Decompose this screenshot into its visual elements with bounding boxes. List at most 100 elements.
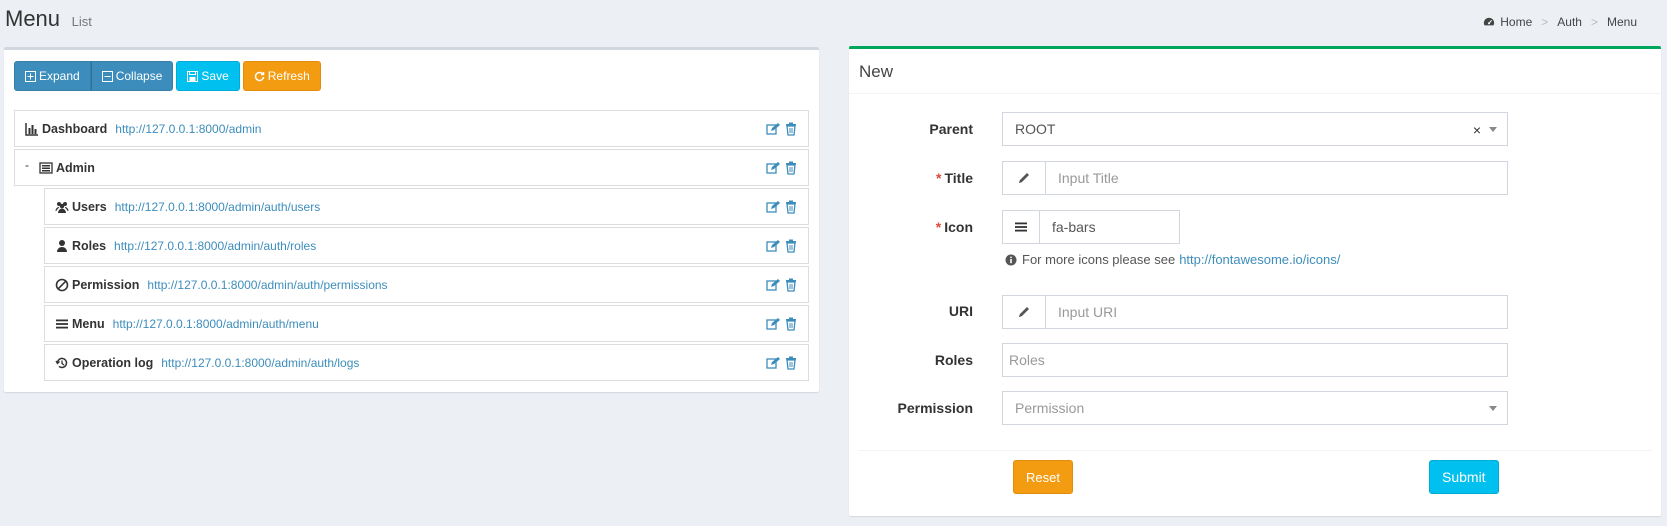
box-header-divider [849, 93, 1661, 94]
page-header: Menu List [5, 6, 92, 36]
chevron-down-icon[interactable] [1489, 127, 1497, 132]
parent-select-value: ROOT [1015, 121, 1056, 137]
trash-icon[interactable] [784, 278, 798, 292]
collapse-toggle[interactable]: - [25, 158, 29, 172]
tree-item-title: Menu [72, 316, 105, 331]
trash-icon[interactable] [784, 356, 798, 370]
uri-input-placeholder: Input URI [1058, 304, 1118, 320]
ban-icon [55, 278, 69, 291]
breadcrumb: Home > Auth > Menu [1483, 15, 1637, 29]
minus-square-icon [101, 70, 113, 82]
help-text: For more icons please see [1022, 252, 1176, 267]
trash-icon[interactable] [784, 161, 798, 175]
parent-select[interactable]: ROOT × [1002, 112, 1508, 146]
tree-item-users[interactable]: Users http://127.0.0.1:8000/admin/auth/u… [44, 188, 809, 225]
tree-item-permission[interactable]: Permission http://127.0.0.1:8000/admin/a… [44, 266, 809, 303]
permission-label: Permission [853, 400, 973, 416]
permission-select[interactable]: Permission [1002, 391, 1508, 425]
breadcrumb-home[interactable]: Home [1500, 15, 1532, 29]
pencil-icon [1002, 161, 1046, 195]
tree-item-dashboard[interactable]: Dashboard http://127.0.0.1:8000/admin [14, 110, 809, 147]
edit-icon[interactable] [766, 317, 780, 331]
tree-item-uri[interactable]: http://127.0.0.1:8000/admin/auth/logs [161, 356, 359, 370]
required-mark: * [935, 219, 942, 235]
tree-item-actions [762, 200, 798, 214]
tree-item-uri[interactable]: http://127.0.0.1:8000/admin/auth/roles [114, 239, 316, 253]
icon-label-text: Icon [944, 219, 973, 235]
title-label-text: Title [944, 170, 973, 186]
collapse-button[interactable]: Collapse [90, 61, 174, 91]
refresh-label: Refresh [267, 69, 310, 83]
tree-item-uri[interactable]: http://127.0.0.1:8000/admin [115, 122, 261, 136]
refresh-button[interactable]: Refresh [242, 61, 321, 91]
tree-item-title: Roles [72, 238, 107, 253]
breadcrumb-separator: > [1590, 15, 1598, 29]
tree-item-title: Dashboard [42, 121, 108, 136]
tree-item-actions [762, 317, 798, 331]
plus-square-icon [25, 70, 36, 82]
parent-label: Parent [853, 121, 973, 137]
tree-item-title: Operation log [72, 355, 154, 370]
bars-icon [56, 319, 68, 328]
tree-item-uri[interactable]: http://127.0.0.1:8000/admin/auth/users [115, 200, 320, 214]
submit-button[interactable]: Submit [1429, 460, 1499, 494]
edit-icon[interactable] [766, 122, 780, 136]
edit-icon[interactable] [766, 161, 780, 175]
info-circle-icon [1005, 254, 1017, 265]
edit-icon[interactable] [766, 239, 780, 253]
edit-icon[interactable] [766, 356, 780, 370]
trash-icon[interactable] [784, 122, 798, 136]
title-input-placeholder: Input Title [1058, 170, 1119, 186]
icon-label: * Icon [853, 219, 973, 235]
icon-input-value: fa-bars [1052, 219, 1096, 235]
parent-label-text: Parent [929, 121, 973, 137]
save-label: Save [201, 69, 229, 83]
breadcrumb-menu: Menu [1606, 15, 1637, 29]
trash-icon[interactable] [784, 239, 798, 253]
tree-item-actions [762, 239, 798, 253]
tree-item-title: Admin [56, 160, 95, 175]
permission-label-text: Permission [897, 400, 973, 416]
required-mark: * [936, 170, 942, 186]
tree-item-title: Permission [72, 277, 140, 292]
tree-item-uri[interactable]: http://127.0.0.1:8000/admin/auth/permiss… [147, 278, 387, 292]
page-subtitle: List [71, 14, 92, 29]
user-icon [57, 239, 67, 252]
trash-icon[interactable] [784, 200, 798, 214]
roles-select[interactable]: Roles [1002, 343, 1508, 377]
title-input[interactable]: Input Title [1045, 161, 1508, 195]
icon-input[interactable]: fa-bars [1039, 210, 1180, 244]
icon-help-text: For more icons please see http://fontawe… [1005, 252, 1340, 267]
breadcrumb-auth[interactable]: Auth [1557, 15, 1582, 29]
tree-item-menu[interactable]: Menu http://127.0.0.1:8000/admin/auth/me… [44, 305, 809, 342]
tree-item-operation-log[interactable]: Operation log http://127.0.0.1:8000/admi… [44, 344, 809, 381]
tree-item-actions [762, 356, 798, 370]
page-title: Menu [5, 6, 61, 31]
fontawesome-link[interactable]: http://fontawesome.io/icons/ [1179, 252, 1340, 267]
edit-icon[interactable] [766, 200, 780, 214]
edit-icon[interactable] [766, 278, 780, 292]
reset-button[interactable]: Reset [1013, 460, 1073, 494]
permission-placeholder: Permission [1015, 400, 1085, 416]
save-button[interactable]: Save [176, 61, 240, 91]
tree-item-title: Users [72, 199, 107, 214]
tree-toolbar: Expand Collapse Save Refresh [14, 61, 321, 91]
trash-icon[interactable] [784, 317, 798, 331]
pencil-icon [1002, 295, 1046, 329]
uri-input[interactable]: Input URI [1045, 295, 1508, 329]
breadcrumb-separator: > [1541, 15, 1549, 29]
clear-icon[interactable]: × [1473, 122, 1481, 138]
expand-button[interactable]: Expand [14, 61, 91, 91]
refresh-icon [254, 71, 265, 81]
bars-icon [1002, 210, 1040, 244]
uri-label-text: URI [948, 303, 973, 319]
uri-label: URI [853, 303, 973, 319]
tasks-icon [39, 161, 53, 174]
title-label: * Title [853, 170, 973, 186]
bar-chart-icon [25, 122, 38, 136]
chevron-down-icon[interactable] [1489, 406, 1497, 411]
tree-item-roles[interactable]: Roles http://127.0.0.1:8000/admin/auth/r… [44, 227, 809, 264]
box-title: New [859, 62, 894, 81]
tree-item-uri[interactable]: http://127.0.0.1:8000/admin/auth/menu [113, 317, 319, 331]
tree-item-admin[interactable]: - Admin [14, 149, 809, 186]
